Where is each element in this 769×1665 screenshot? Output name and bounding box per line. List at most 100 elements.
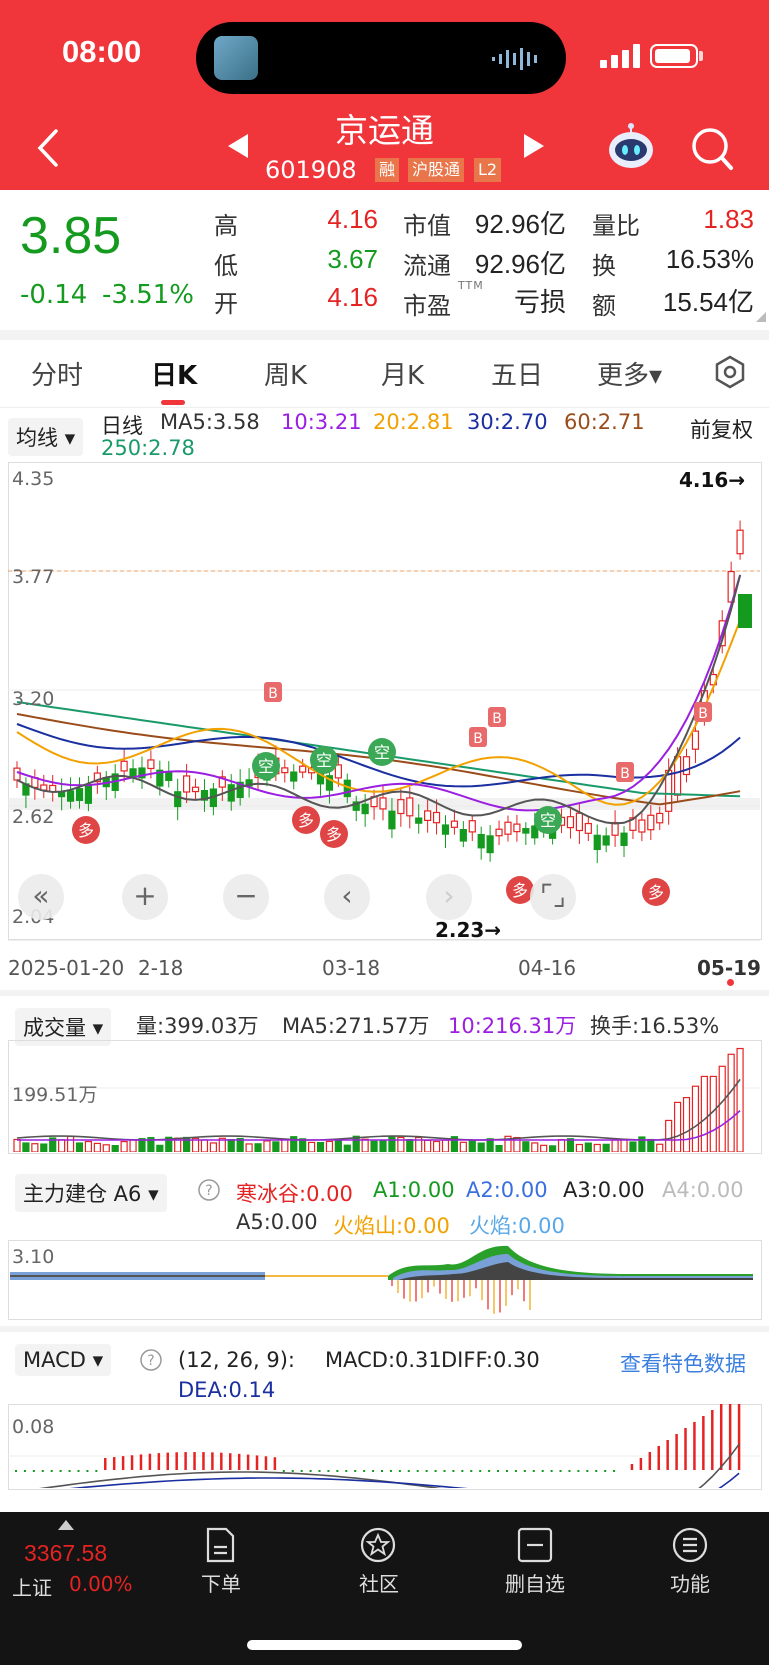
scroll-left-button[interactable]: ‹ [324,874,370,920]
macd-help-icon[interactable]: ? [139,1348,163,1372]
robot-assistant-icon[interactable] [606,122,656,172]
quote-value-high: 4.16 [327,204,378,234]
candle [397,799,405,815]
macd-feature-link[interactable]: 查看特色数据 [620,1348,746,1378]
signal-badge-text-2: 多 [326,825,342,844]
candle [334,764,342,779]
scroll-right-button[interactable]: › [426,874,472,920]
svg-text:?: ? [205,1183,212,1199]
community-icon[interactable] [358,1525,398,1565]
volume-bar [584,1142,592,1152]
tab-more[interactable]: 更多▾ [597,355,662,392]
tab-daily-k[interactable]: 日K [151,355,197,392]
volume-bar [254,1143,262,1152]
volume-bar [540,1144,548,1152]
volume-bar [307,1141,316,1152]
date-label-5: 05-19 [697,956,761,980]
help-icon[interactable]: ? [197,1178,221,1202]
volume-chart [8,1047,760,1152]
date-label-2: 2-18 [138,956,184,980]
macd-dropdown[interactable]: MACD ▾ [15,1344,112,1376]
expand-corner-icon[interactable] [756,312,766,322]
volume-dropdown-label: 成交量 [23,1016,86,1040]
volume-bar [557,1139,566,1152]
tag-margin: 融 [375,158,400,182]
volume-bar [129,1139,137,1152]
fullscreen-button[interactable]: ⌜⌟ [530,874,576,920]
date-label-1: 2025-01-20 [8,956,125,980]
volume-bar [66,1135,75,1152]
volume-bar [361,1138,369,1152]
svg-text:?: ? [147,1353,154,1369]
quote-value-amount: 15.54亿 [662,287,754,317]
index-value[interactable]: 3367.58 [24,1540,107,1567]
volume-bar [432,1140,441,1152]
settings-hexagon-icon[interactable] [712,354,748,390]
b-marker-text-1: B [492,711,502,727]
y-label-4: 2.62 [12,806,55,828]
candle [299,765,307,773]
volume-bar [549,1145,557,1152]
signal-badge-text-0: 多 [78,821,94,840]
indicator-h: 火焰:0.00 [469,1214,565,1238]
candle [388,810,396,830]
volume-bar [111,1145,119,1152]
volume-bar [700,1075,708,1152]
volume-bar [468,1139,476,1152]
function-label[interactable]: 功能 [640,1568,740,1597]
tag-l2: L2 [474,158,502,182]
macd-chart [8,1404,760,1488]
remove-watchlist-icon[interactable] [515,1525,555,1565]
indicator-b: A1:0.00 [373,1178,455,1202]
volume-bar [531,1142,539,1152]
function-menu-icon[interactable] [670,1525,710,1565]
candle [361,803,369,815]
ma-dropdown[interactable]: 均线 ▾ [8,418,84,456]
candle [513,823,521,833]
ma30-value: 30:2.70 [467,410,548,434]
battery-nub [699,51,703,61]
candle [281,767,289,774]
tab-weekly-k[interactable]: 周K [264,355,307,392]
zoom-in-button[interactable]: + [122,874,168,920]
quote-value-volratio: 1.83 [703,204,754,234]
indicator-y-label: 3.10 [12,1246,55,1268]
b-marker-text-0: B [268,686,278,702]
zoom-out-far-button[interactable]: « [18,874,64,920]
quote-value-turnover: 16.53% [665,244,754,274]
macd-y-label: 0.08 [12,1416,55,1438]
community-label[interactable]: 社区 [329,1568,429,1597]
candle [522,828,530,834]
index-name[interactable]: 上证 [12,1572,52,1601]
candle [424,810,432,821]
last-candle [738,594,752,628]
candle [120,760,128,772]
quote-label-low: 低 [214,252,238,280]
volume-bar [593,1143,601,1152]
tab-five-day[interactable]: 五日 [491,355,543,392]
quote-value-low: 3.67 [327,244,378,274]
volume-bar [459,1141,467,1152]
volume-bar [58,1139,66,1152]
macd-params: (12, 26, 9): [178,1348,295,1372]
signal-badge-text-4: 多 [648,883,664,902]
candle [584,822,592,834]
remove-watchlist-label[interactable]: 删自选 [485,1568,585,1597]
high-price-marker: 4.16→ [679,468,746,492]
candle [84,784,93,804]
volume-bar [22,1142,30,1152]
candle [647,814,655,831]
tab-monthly-k[interactable]: 月K [381,355,424,392]
tab-intraday[interactable]: 分时 [31,355,83,392]
order-icon[interactable] [200,1525,240,1565]
adjust-mode[interactable]: 前复权 [690,414,753,444]
search-icon[interactable] [690,126,734,172]
index-percent[interactable]: 0.00% [69,1572,133,1596]
y-label-3: 3.20 [12,688,55,710]
candle [459,829,467,842]
order-label[interactable]: 下单 [171,1568,271,1597]
zoom-out-button[interactable]: − [223,874,269,920]
candle [406,797,414,817]
quote-label-turnover: 换 [592,252,616,280]
indicator-dropdown[interactable]: 主力建仓 A6 ▾ [15,1174,167,1212]
